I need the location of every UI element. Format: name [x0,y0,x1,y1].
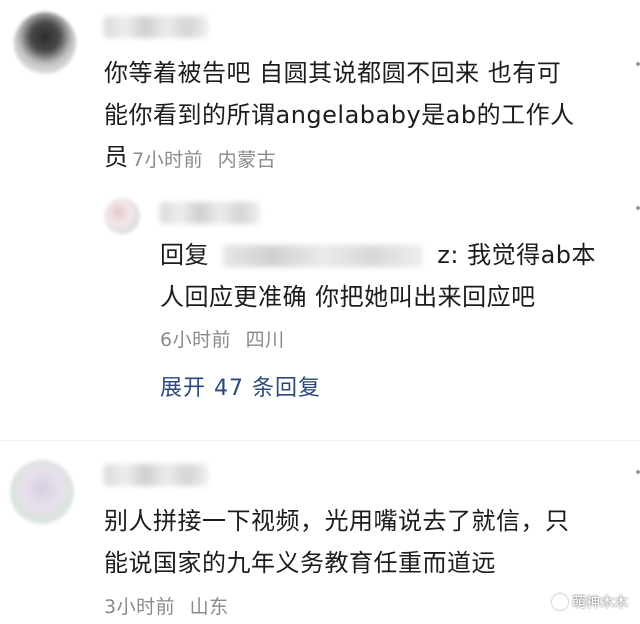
reply-meta: 6小时前 四川 [160,325,285,352]
mentioned-user-blurred[interactable] [223,245,424,267]
scroll-edge-marker [636,206,640,210]
watermark-logo-icon [552,594,568,610]
comment-time: 7小时前 [132,149,204,171]
comment-text-line: 员 [104,143,129,171]
scroll-edge-marker [636,62,640,66]
comment-text-line: 别人拼接一下视频，光用嘴说去了就信，只 [104,507,570,535]
reply-time: 6小时前 [160,329,232,351]
username-blurred[interactable] [160,202,260,224]
comment-location: 山东 [189,596,229,618]
comment-time: 3小时前 [104,596,176,618]
comment-meta: 7小时前 内蒙古 [132,145,276,172]
watermark: 萌神木木 [552,592,628,612]
reply-text-line: 回复 z: 我觉得ab本 [160,234,596,276]
divider [0,440,640,441]
reply-text-line: 人回应更准确 你把她叫出来回应吧 [160,283,536,311]
reply-prefix: 回复 [160,241,209,269]
comment-text-line: 能你看到的所谓angelababy是ab的工作人 [104,101,575,129]
comment-text-line: 你等着被告吧 自圆其说都圆不回来 也有可 [104,59,562,87]
avatar[interactable] [10,460,74,524]
reply-location: 四川 [245,329,285,351]
username-blurred[interactable] [104,16,208,38]
watermark-text: 萌神木木 [572,595,628,611]
scroll-edge-marker [636,470,640,474]
avatar[interactable] [14,12,76,74]
comment-meta: 3小时前 山东 [104,592,229,619]
avatar[interactable] [104,198,140,234]
comment-location: 内蒙古 [217,149,277,171]
username-blurred[interactable] [104,464,208,486]
expand-replies-link[interactable]: 展开 47 条回复 [160,370,321,402]
reply-text: z: 我觉得ab本 [437,241,597,269]
comment-text-line: 能说国家的九年义务教育任重而道远 [104,549,496,577]
